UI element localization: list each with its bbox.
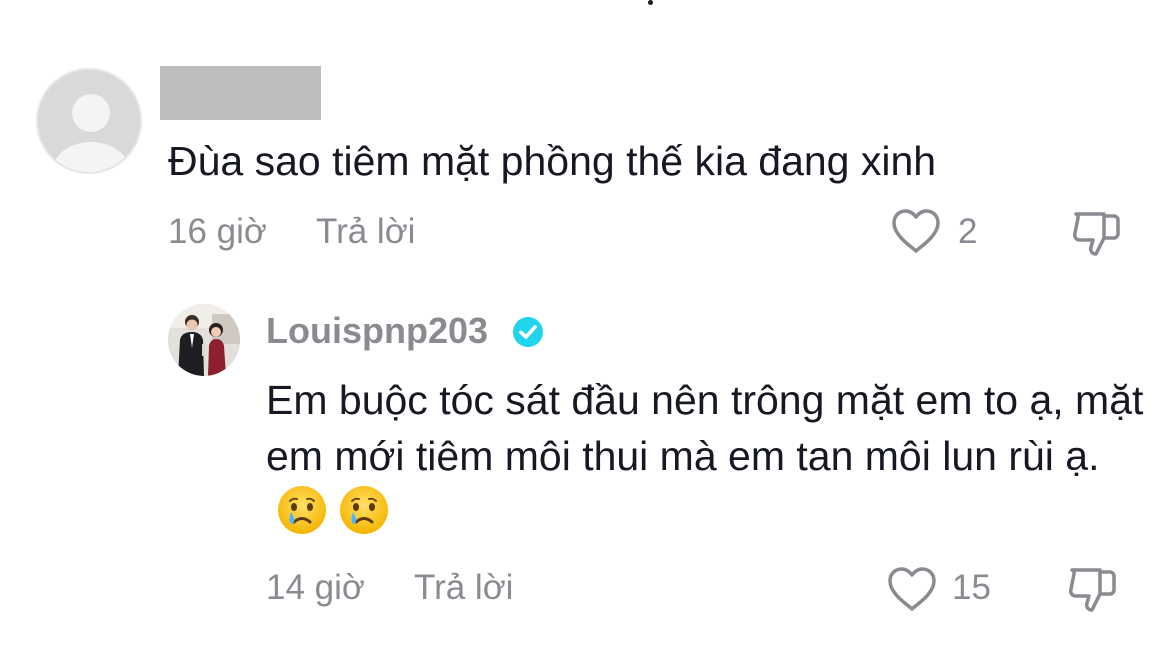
thumbs-down-outline-icon[interactable] bbox=[1070, 206, 1124, 260]
reply-text: Em buộc tóc sát đầu nên trông mặt em to … bbox=[266, 377, 1144, 479]
like-count: 15 bbox=[952, 568, 991, 607]
redacted-username[interactable] bbox=[160, 66, 321, 120]
reply-button[interactable]: Trả lời bbox=[316, 212, 415, 252]
heart-outline-icon[interactable] bbox=[890, 207, 942, 255]
profile-photo-image bbox=[168, 304, 240, 376]
thumbs-down-outline-icon[interactable] bbox=[1066, 562, 1120, 616]
reply-avatar[interactable] bbox=[168, 304, 240, 376]
commenter-avatar[interactable] bbox=[36, 68, 142, 174]
top-edge-dot bbox=[648, 0, 653, 5]
crying-face-icon bbox=[278, 486, 326, 534]
like-count: 2 bbox=[958, 212, 978, 251]
reply-timestamp: 14 giờ bbox=[266, 568, 365, 607]
comment-text: Đùa sao tiêm mặt phồng thế kia đang xinh bbox=[168, 138, 937, 184]
crying-face-icon bbox=[340, 486, 388, 534]
reply-button[interactable]: Trả lời bbox=[414, 568, 513, 608]
reply-username[interactable]: Louispnp203 bbox=[266, 310, 488, 352]
avatar-body-shape bbox=[52, 142, 130, 172]
verified-badge-icon bbox=[513, 317, 543, 347]
heart-outline-icon[interactable] bbox=[886, 565, 938, 613]
avatar-head-shape bbox=[72, 94, 110, 132]
reply-text-block: Em buộc tóc sát đầu nên trông mặt em to … bbox=[266, 372, 1156, 540]
comment-timestamp: 16 giờ bbox=[168, 212, 267, 251]
